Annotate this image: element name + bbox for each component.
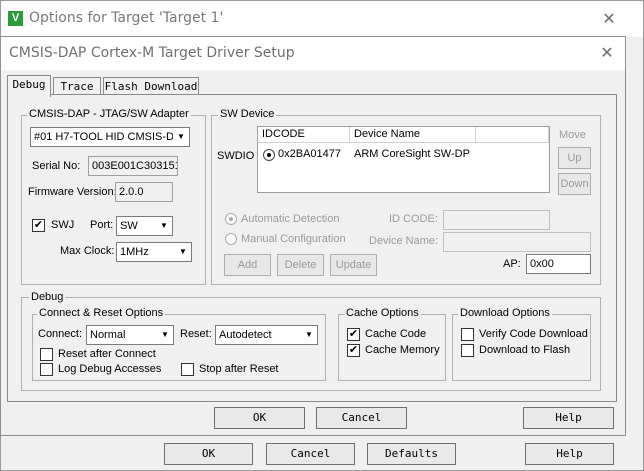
- stop-after-reset-label: Stop after Reset: [199, 363, 279, 375]
- outer-close-icon[interactable]: ✕: [599, 9, 619, 29]
- column-header-device-name[interactable]: Device Name: [350, 127, 476, 143]
- add-button[interactable]: Add: [224, 254, 271, 276]
- auto-detect-radio[interactable]: [225, 213, 237, 225]
- reset-after-connect-label: Reset after Connect: [58, 348, 156, 360]
- dialog-help-button[interactable]: Help: [523, 407, 614, 429]
- reset-select[interactable]: Autodetect ▼: [215, 325, 318, 345]
- firmware-field: 2.0.0: [115, 182, 173, 202]
- manual-config-label: Manual Configuration: [241, 233, 346, 245]
- serial-label: Serial No:: [32, 160, 81, 172]
- chevron-down-icon: ▼: [156, 217, 172, 235]
- move-label: Move: [559, 129, 586, 141]
- delete-button[interactable]: Delete: [277, 254, 324, 276]
- download-flash-label: Download to Flash: [479, 344, 571, 356]
- column-header-idcode[interactable]: IDCODE: [258, 127, 350, 143]
- column-header-empty: [476, 127, 549, 143]
- download-options-group-label: Download Options: [458, 307, 552, 319]
- outer-cancel-button[interactable]: Cancel: [266, 443, 355, 465]
- download-flash-checkbox[interactable]: [461, 344, 474, 357]
- devname-field[interactable]: [443, 232, 591, 252]
- connect-select-value: Normal: [90, 329, 126, 341]
- log-debug-label: Log Debug Accesses: [58, 363, 162, 375]
- reset-after-connect-checkbox[interactable]: [40, 348, 53, 361]
- verify-download-checkbox[interactable]: [461, 328, 474, 341]
- outer-help-button[interactable]: Help: [525, 443, 614, 465]
- dialog-title: CMSIS-DAP Cortex-M Target Driver Setup: [9, 45, 295, 61]
- debug-group-label: Debug: [29, 291, 66, 303]
- update-button[interactable]: Update: [330, 254, 377, 276]
- reset-select-value: Autodetect: [219, 329, 272, 341]
- ap-field[interactable]: 0x00: [526, 254, 591, 274]
- cache-memory-label: Cache Memory: [365, 344, 440, 356]
- tab-debug[interactable]: Debug: [7, 75, 51, 97]
- app-icon: V: [8, 11, 23, 26]
- dialog-title-bar: CMSIS-DAP Cortex-M Target Driver Setup ✕: [1, 37, 625, 70]
- move-up-button[interactable]: Up: [558, 147, 591, 169]
- outer-window-title: Options for Target 'Target 1': [29, 10, 224, 26]
- firmware-label: Firmware Version:: [28, 186, 117, 198]
- swdio-label: SWDIO: [217, 150, 255, 162]
- auto-detect-label: Automatic Detection: [241, 213, 340, 225]
- connect-label: Connect:: [38, 328, 83, 340]
- target-driver-dialog: CMSIS-DAP Cortex-M Target Driver Setup ✕…: [0, 36, 626, 436]
- port-select[interactable]: SW ▼: [116, 216, 173, 236]
- adapter-select-value: #01 H7-TOOL HID CMSIS-DAP: [34, 131, 189, 143]
- cache-code-label: Cache Code: [365, 328, 427, 340]
- chevron-down-icon: ▼: [157, 326, 173, 344]
- serial-field: 003E001C3031510: [88, 156, 178, 176]
- chevron-down-icon: ▼: [173, 128, 189, 146]
- idcode-field[interactable]: [443, 210, 550, 230]
- device-row-idcode[interactable]: 0x2BA01477: [278, 148, 341, 160]
- outer-title-bar: V Options for Target 'Target 1' ✕: [1, 1, 643, 37]
- dialog-cancel-button[interactable]: Cancel: [316, 407, 407, 429]
- manual-config-radio[interactable]: [225, 233, 237, 245]
- device-row-radio[interactable]: [263, 149, 275, 161]
- cache-options-group-label: Cache Options: [344, 307, 421, 319]
- port-select-value: SW: [120, 220, 138, 232]
- stop-after-reset-checkbox[interactable]: [181, 363, 194, 376]
- adapter-select[interactable]: #01 H7-TOOL HID CMSIS-DAP ▼: [30, 127, 190, 147]
- reset-label: Reset:: [180, 328, 212, 340]
- verify-download-label: Verify Code Download: [479, 328, 588, 340]
- chevron-down-icon: ▼: [301, 326, 317, 344]
- outer-ok-button[interactable]: OK: [164, 443, 253, 465]
- adapter-group-label: CMSIS-DAP - JTAG/SW Adapter: [27, 108, 191, 120]
- device-row-name[interactable]: ARM CoreSight SW-DP: [354, 148, 470, 160]
- swj-label: SWJ: [51, 219, 75, 231]
- idcode-label: ID CODE:: [389, 213, 438, 225]
- cache-memory-checkbox[interactable]: ✔: [347, 344, 360, 357]
- cache-code-checkbox[interactable]: ✔: [347, 328, 360, 341]
- ap-label: AP:: [503, 258, 521, 270]
- port-label: Port:: [90, 219, 114, 231]
- log-debug-checkbox[interactable]: [40, 363, 53, 376]
- connect-reset-group-label: Connect & Reset Options: [37, 307, 166, 319]
- maxclock-select-value: 1MHz: [120, 246, 149, 258]
- sw-device-group-label: SW Device: [218, 108, 277, 120]
- outer-defaults-button[interactable]: Defaults: [367, 443, 456, 465]
- chevron-down-icon: ▼: [175, 243, 191, 261]
- sw-device-list[interactable]: IDCODE Device Name 0x2BA01477 ARM CoreSi…: [257, 126, 550, 193]
- debug-tab-panel: CMSIS-DAP - JTAG/SW Adapter #01 H7-TOOL …: [7, 94, 617, 402]
- maxclock-label: Max Clock:: [60, 245, 115, 257]
- devname-label: Device Name:: [369, 235, 439, 247]
- dialog-ok-button[interactable]: OK: [214, 407, 305, 429]
- maxclock-select[interactable]: 1MHz ▼: [116, 242, 192, 262]
- connect-select[interactable]: Normal ▼: [86, 325, 174, 345]
- dialog-close-icon[interactable]: ✕: [597, 43, 617, 63]
- swj-checkbox[interactable]: ✔: [32, 219, 45, 232]
- move-down-button[interactable]: Down: [558, 173, 591, 195]
